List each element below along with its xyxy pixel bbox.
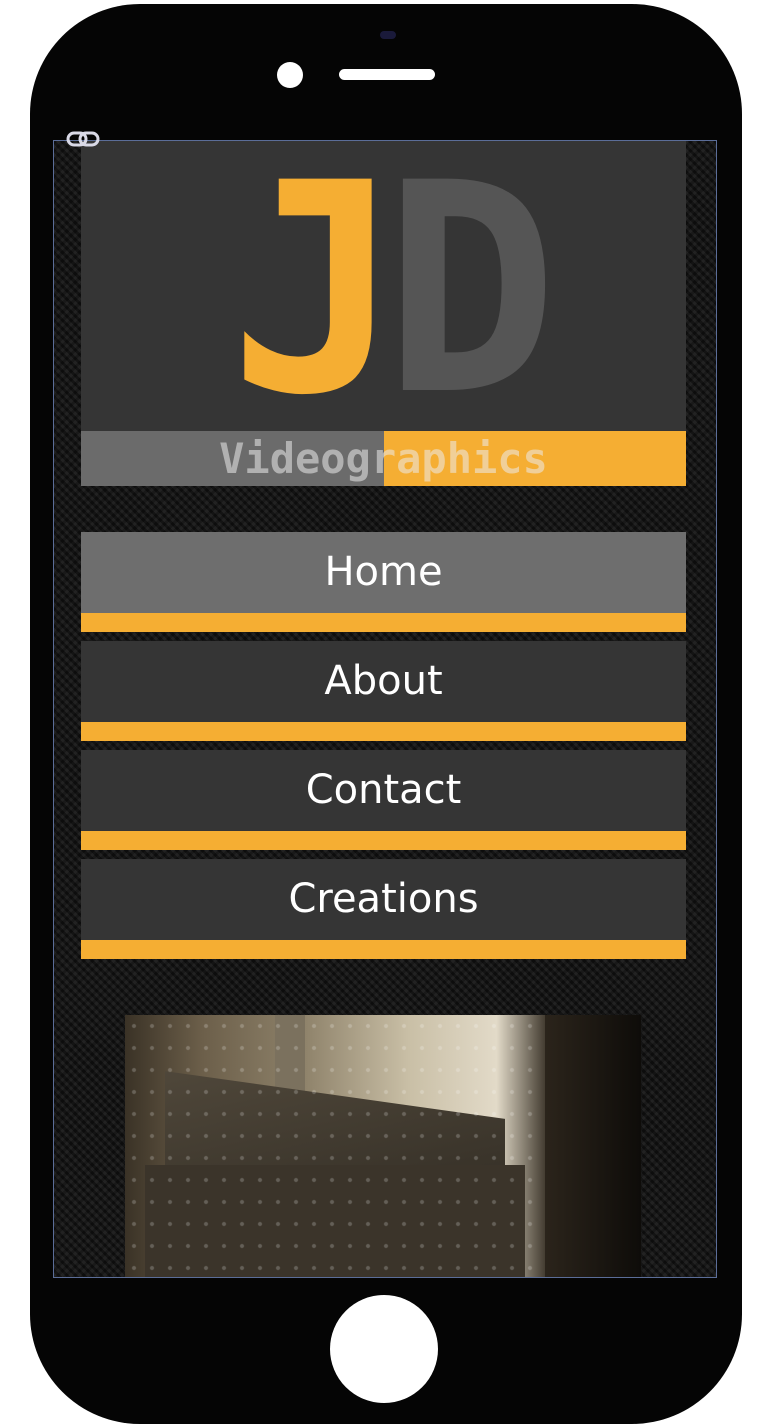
logo-tagline: Videographics — [219, 434, 548, 483]
logo-letter-d: D — [383, 140, 559, 459]
nav-item-accent-bar — [81, 831, 686, 850]
logo-tagline-bar: Videographics — [81, 431, 686, 486]
nav-item-about[interactable]: About — [81, 641, 686, 741]
logo-monogram: JD — [81, 146, 686, 436]
nav-item-label: Home — [324, 549, 443, 595]
front-camera — [277, 62, 303, 88]
nav-item-label: Creations — [288, 876, 479, 922]
nav-item-home[interactable]: Home — [81, 532, 686, 632]
rainy-window-photo — [125, 1015, 641, 1277]
nav-item-label: About — [324, 658, 443, 704]
nav-item-accent-bar — [81, 722, 686, 741]
nav-item-contact[interactable]: Contact — [81, 750, 686, 850]
nav-item-creations[interactable]: Creations — [81, 859, 686, 959]
photo-window-frame — [545, 1015, 641, 1277]
main-navigation: Home About Contact Creations — [81, 532, 686, 968]
nav-item-label: Contact — [305, 767, 462, 813]
link-icon[interactable] — [66, 130, 100, 148]
proximity-sensor — [380, 31, 396, 39]
home-button[interactable] — [330, 1295, 438, 1403]
phone-screen: JD Videographics Home About Contact Crea… — [53, 140, 717, 1278]
logo-letter-j: J — [228, 140, 404, 459]
nav-item-accent-bar — [81, 613, 686, 632]
earpiece-speaker — [339, 69, 435, 80]
nav-item-accent-bar — [81, 940, 686, 959]
site-logo[interactable]: JD Videographics — [81, 141, 686, 486]
photo-raindrops — [125, 1015, 545, 1277]
